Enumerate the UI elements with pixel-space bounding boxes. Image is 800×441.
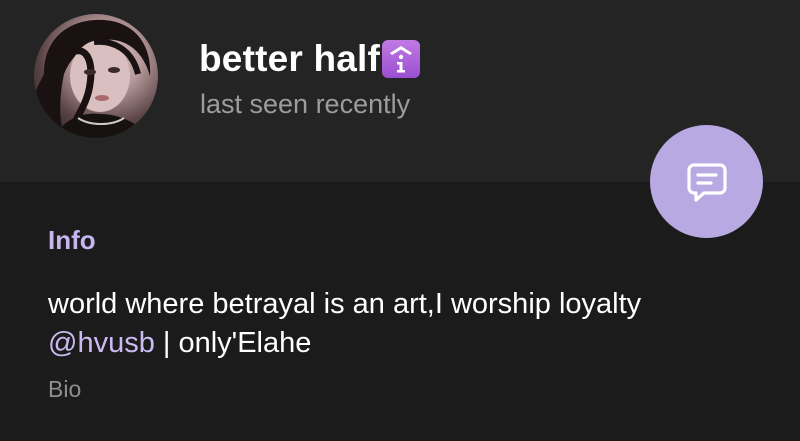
- avatar[interactable]: [34, 14, 158, 138]
- bio-text: world where betrayal is an art,I worship…: [48, 285, 768, 363]
- bio-line: world where betrayal is an art,I worship…: [48, 288, 642, 320]
- bio-line-2: @hvusb | only'Elahe: [48, 324, 768, 363]
- bio-suffix: | only'Elahe: [154, 327, 312, 359]
- last-seen-status: last seen recently: [200, 89, 411, 119]
- profile-name: better half: [199, 38, 381, 79]
- profile-name-row: better half: [199, 36, 421, 82]
- info-section-title: Info: [48, 225, 96, 255]
- bio-label: Bio: [48, 376, 82, 402]
- avatar-photo: [34, 19, 151, 138]
- send-message-button[interactable]: [650, 125, 763, 238]
- message-bubble-icon: [686, 162, 727, 202]
- info-symbol-icon: [382, 40, 421, 78]
- username-mention-link[interactable]: @hvusb: [48, 327, 155, 359]
